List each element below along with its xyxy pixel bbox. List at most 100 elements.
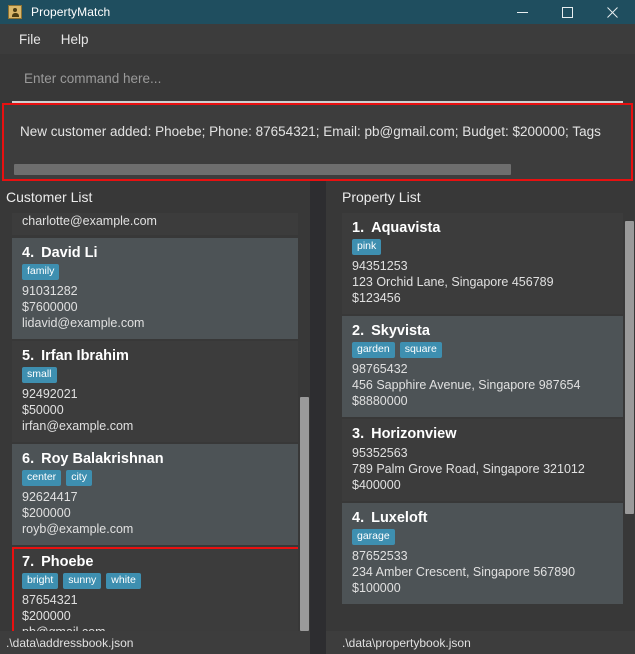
property-card-tags: garage: [352, 529, 619, 545]
customer-panel: Customer List charlotte@example.com 4. Dav…: [0, 181, 310, 631]
customer-card-index: 7.: [22, 554, 35, 570]
customer-card[interactable]: 7. Phoebe brightsunnywhite 87654321 $200000p…: [12, 547, 304, 631]
property-card-detail: 123 Orchid Lane, Singapore 456789: [352, 275, 554, 289]
property-card-index: 3.: [352, 426, 365, 442]
customer-card-index: 4.: [22, 245, 35, 261]
property-card-index: 1.: [352, 220, 365, 236]
property-card-title: 4. Luxeloft: [352, 510, 619, 526]
customer-card-detail: royb@example.com: [22, 522, 134, 536]
customer-card-detail: 87654321: [22, 593, 78, 607]
status-divider: [310, 631, 326, 654]
property-card-name: Horizonview: [371, 426, 457, 442]
property-card-detail: 234 Amber Crescent, Singapore 567890: [352, 565, 576, 579]
customer-card-detail: $7600000: [22, 300, 78, 314]
property-card-detail: 95352563: [352, 446, 408, 460]
customer-card-detail: irfan@example.com: [22, 419, 134, 433]
result-horizontal-scrollbar[interactable]: [4, 164, 631, 175]
property-card-title: 2. Skyvista: [352, 323, 619, 339]
customer-card-detail: $200000: [22, 609, 71, 623]
result-scrollbar-thumb[interactable]: [14, 164, 511, 175]
customer-card-title: 7. Phoebe: [22, 554, 294, 570]
customer-card-detail: $50000: [22, 403, 64, 417]
status-bar-container: .\data\addressbook.json .\data\propertyb…: [0, 631, 635, 654]
customer-card[interactable]: 6. Roy Balakrishnan center city 92624417 $200…: [12, 444, 304, 545]
menu-item-help[interactable]: Help: [52, 29, 98, 50]
panel-container: Customer List charlotte@example.com 4. Dav…: [0, 181, 635, 631]
customer-card-index: 5.: [22, 348, 35, 364]
customer-card[interactable]: charlotte@example.com: [12, 213, 304, 235]
tag-badge: sunny: [63, 573, 102, 589]
customer-card[interactable]: 4. David Li family 91031282 $7600000 lidavid@…: [12, 238, 304, 339]
property-card-detail: 98765432: [352, 362, 408, 376]
property-card-detail: 94351253: [352, 259, 408, 273]
result-display: New customer added: Phoebe; Phone: 87654…: [2, 103, 633, 181]
customer-card-detail: lidavid@example.com: [22, 316, 145, 330]
customer-card-tags: center city: [22, 470, 294, 486]
property-scrollbar-thumb[interactable]: [625, 221, 634, 514]
customer-card-title: 4. David Li: [22, 245, 294, 261]
command-box: Enter command here...: [0, 54, 635, 103]
maximize-icon[interactable]: [545, 0, 590, 24]
close-icon[interactable]: [590, 0, 635, 24]
customer-card-name: Roy Balakrishnan: [41, 451, 164, 467]
customer-scrollbar-thumb[interactable]: [300, 396, 309, 631]
tag-badge: small: [22, 367, 57, 383]
minimize-icon[interactable]: [500, 0, 545, 24]
command-input[interactable]: Enter command here...: [12, 71, 623, 86]
customer-card-detail: 92492021: [22, 387, 78, 401]
menu-bar: File Help: [0, 24, 635, 54]
window-title: PropertyMatch: [31, 5, 111, 19]
customer-list[interactable]: charlotte@example.com 4. David Li family 910…: [0, 213, 310, 631]
property-card-index: 4.: [352, 510, 365, 526]
customer-card-tags: family: [22, 264, 294, 280]
property-card[interactable]: 3. Horizonview 95352563 789 Palm Grove Road…: [342, 419, 629, 501]
tag-badge: bright: [22, 573, 59, 589]
property-card-title: 1. Aquavista: [352, 220, 619, 236]
menu-item-file[interactable]: File: [10, 29, 50, 50]
property-card-tags: garden square: [352, 342, 619, 358]
customer-list-scrollbar[interactable]: [298, 213, 309, 631]
tag-badge: city: [66, 470, 92, 486]
property-card-detail: 87652533: [352, 549, 408, 563]
property-card-title: 3. Horizonview: [352, 426, 619, 442]
property-list-scrollbar[interactable]: [623, 213, 634, 631]
customer-card-title: 6. Roy Balakrishnan: [22, 451, 294, 467]
property-list[interactable]: 1. Aquavista pink 94351253 123 Orchid Lane, …: [326, 213, 635, 631]
property-card[interactable]: 2. Skyvista garden square 98765432 456 Sapphi…: [342, 316, 629, 417]
property-card-detail: $400000: [352, 478, 401, 492]
tag-badge: white: [106, 573, 141, 589]
customer-file-path: .\data\addressbook.json: [0, 631, 310, 654]
panel-divider: [310, 181, 326, 631]
property-card-name: Luxeloft: [371, 510, 428, 526]
title-bar: PropertyMatch: [0, 0, 635, 24]
customer-card-name: Phoebe: [41, 554, 94, 570]
property-list-title: Property List: [342, 189, 421, 205]
property-card-index: 2.: [352, 323, 365, 339]
customer-card-detail: pb@gmail.com: [22, 624, 294, 631]
customer-card-name: David Li: [41, 245, 98, 261]
customer-card-detail: $200000: [22, 506, 71, 520]
property-card[interactable]: 4. Luxeloft garage 87652533 234 Amber Cresce…: [342, 503, 629, 604]
person-app-icon: [8, 5, 22, 19]
customer-card-tags: small: [22, 367, 294, 383]
customer-card-tags: bright sunny white: [22, 573, 294, 589]
property-card-tags: pink: [352, 239, 619, 255]
property-card-detail: 789 Palm Grove Road, Singapore 321012: [352, 462, 585, 476]
property-card-detail: 456 Sapphire Avenue, Singapore 987654: [352, 378, 581, 392]
property-card-name: Aquavista: [371, 220, 441, 236]
customer-card-detail: charlotte@example.com: [22, 214, 157, 228]
customer-card-detail: 91031282: [22, 284, 78, 298]
property-card-detail: $123456: [352, 291, 401, 305]
customer-card-index: 6.: [22, 451, 35, 467]
tag-badge: center: [22, 470, 62, 486]
tag-badge: pink: [352, 239, 382, 255]
window-controls: [500, 0, 635, 24]
customer-card-title: 5. Irfan Ibrahim: [22, 348, 294, 364]
customer-card[interactable]: 5. Irfan Ibrahim small 92492021 $50000 irfan@…: [12, 341, 304, 442]
property-card[interactable]: 1. Aquavista pink 94351253 123 Orchid Lane, …: [342, 213, 629, 314]
property-card-detail: $100000: [352, 581, 401, 595]
property-card-name: Skyvista: [371, 323, 430, 339]
customer-card-detail: 92624417: [22, 490, 78, 504]
customer-card-name: Irfan Ibrahim: [41, 348, 129, 364]
property-panel: Property List 1. Aquavista pink 94351253 123…: [326, 181, 635, 631]
